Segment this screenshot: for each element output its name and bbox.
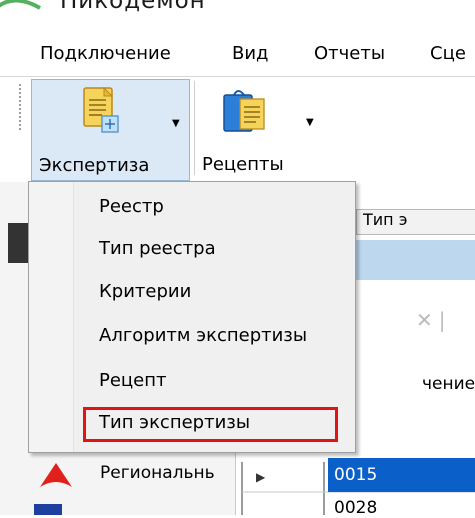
menu-icon-gutter bbox=[29, 182, 74, 452]
region-logo-icon bbox=[40, 463, 72, 487]
tree-item-regional[interactable]: Региональнь bbox=[34, 457, 234, 497]
current-row-indicator-icon: ▶ bbox=[256, 470, 266, 484]
app-logo-icon bbox=[0, 0, 41, 10]
recipes-bag-icon bbox=[223, 90, 265, 132]
pane-header-marker bbox=[8, 223, 28, 263]
menu-item-recipe[interactable]: Рецепт bbox=[99, 370, 167, 391]
recipes-button-label: Рецепты bbox=[202, 154, 284, 175]
toolbar: ▼ Экспертиза ▼ Рецепты bbox=[0, 77, 475, 182]
window-title: Никодемон bbox=[60, 0, 206, 14]
menu-scenarios[interactable]: Сце bbox=[430, 43, 466, 64]
recipes-button[interactable]: ▼ Рецепты bbox=[198, 79, 323, 179]
menu-view[interactable]: Вид bbox=[232, 43, 269, 64]
chevron-down-icon[interactable]: ▼ bbox=[306, 117, 314, 128]
expertise-button-label: Экспертиза bbox=[39, 155, 150, 176]
chevron-down-icon[interactable]: ▼ bbox=[172, 118, 180, 129]
menu-item-registry[interactable]: Реестр bbox=[99, 196, 164, 217]
menu-item-criteria[interactable]: Критерии bbox=[99, 281, 191, 302]
table-row-selected[interactable]: 0015 bbox=[328, 458, 475, 492]
tree-item-label: Региональнь bbox=[100, 463, 215, 483]
table-row[interactable]: 0028 bbox=[334, 498, 377, 518]
menu-item-expertise-algorithm[interactable]: Алгоритм экспертизы bbox=[99, 325, 307, 346]
column-header-value: чение bbox=[422, 374, 475, 394]
menu-bar: Подключение Вид Отчеты Сце bbox=[0, 36, 475, 77]
document-expertise-icon bbox=[83, 86, 119, 133]
highlight-box bbox=[83, 407, 338, 442]
menu-item-registry-type[interactable]: Тип реестра bbox=[99, 238, 216, 259]
menu-reports[interactable]: Отчеты bbox=[314, 43, 385, 64]
tree-item-icon bbox=[34, 504, 62, 515]
grid-toolbar-icons: ✕| bbox=[416, 308, 452, 332]
toolbar-grip[interactable] bbox=[18, 83, 22, 131]
window-title-bar: Никодемон bbox=[0, 0, 475, 28]
expertise-button[interactable]: ▼ Экспертиза bbox=[31, 79, 190, 181]
column-header-type[interactable]: Тип э bbox=[356, 209, 475, 235]
toolbar-separator bbox=[194, 81, 195, 175]
expertise-dropdown-menu: Реестр Тип реестра Критерии Алгоритм экс… bbox=[28, 181, 356, 453]
menu-connection[interactable]: Подключение bbox=[40, 43, 171, 64]
